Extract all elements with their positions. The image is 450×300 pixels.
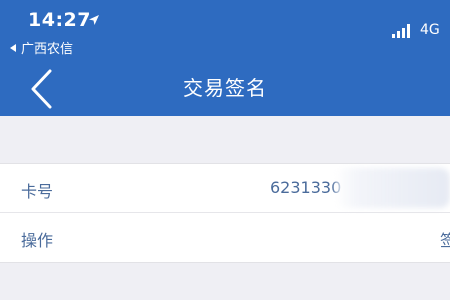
- operation-label: 操作: [21, 231, 54, 250]
- signal-bars-icon: [392, 24, 410, 38]
- card-number-label: 卡号: [21, 182, 54, 201]
- card-number-row: 卡号 6231330: [0, 164, 450, 213]
- redaction-blur: [335, 168, 450, 208]
- card-number-value: 6231330: [270, 178, 342, 197]
- back-app-label: 广西农信: [21, 42, 74, 57]
- back-triangle-icon: [10, 43, 16, 52]
- operation-row: 操作 签: [0, 213, 450, 262]
- operation-value: 签: [440, 231, 450, 250]
- back-to-app-link[interactable]: 广西农信: [10, 38, 73, 57]
- header: 14:27 广西农信 4G 交易签名: [0, 0, 450, 116]
- transaction-details: 卡号 6231330 操作 签: [0, 163, 450, 263]
- location-arrow-icon: [89, 15, 99, 25]
- page-title: 交易签名: [183, 76, 267, 100]
- status-time: 14:27: [28, 9, 91, 31]
- network-type: 4G: [420, 22, 440, 38]
